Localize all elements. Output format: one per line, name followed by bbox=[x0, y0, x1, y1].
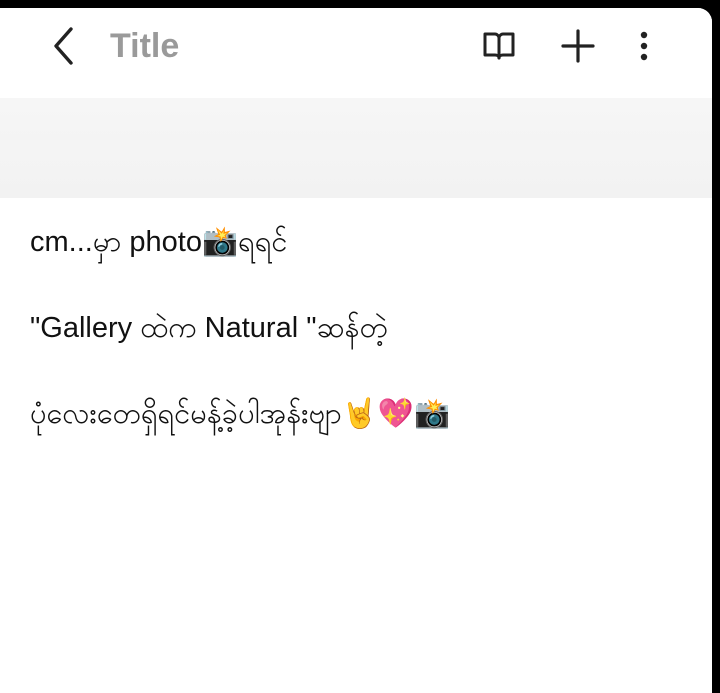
reader-mode-button[interactable] bbox=[477, 24, 521, 68]
more-vertical-icon bbox=[640, 31, 648, 61]
screen-top-edge bbox=[0, 0, 720, 8]
book-open-icon bbox=[483, 32, 515, 60]
note-line-2: "Gallery ထဲက Natural "ဆန်တဲ့ bbox=[30, 312, 388, 344]
screen-right-edge bbox=[712, 0, 720, 685]
app-bar: Title bbox=[0, 8, 712, 96]
more-options-button[interactable] bbox=[622, 24, 666, 68]
note-body[interactable]: cm...မှာ photo📸ရရင် "Gallery ထဲက Natural… bbox=[30, 220, 700, 436]
note-screen: Title cm...မှာ photo📸ရရင် "Gallery ထဲက N… bbox=[0, 8, 712, 693]
note-line-3: ပုံလေးတေရှိရင်မန့်ခဲ့ပါအုန်းဗျာ🤘💖📸 bbox=[30, 398, 451, 430]
chevron-left-icon bbox=[54, 27, 73, 65]
back-button[interactable] bbox=[44, 24, 84, 68]
page-title[interactable]: Title bbox=[110, 24, 179, 68]
add-button[interactable] bbox=[556, 24, 600, 68]
note-header-band bbox=[0, 98, 712, 198]
note-line-1: cm...မှာ photo📸ရရင် bbox=[30, 226, 288, 258]
plus-icon bbox=[561, 29, 595, 63]
